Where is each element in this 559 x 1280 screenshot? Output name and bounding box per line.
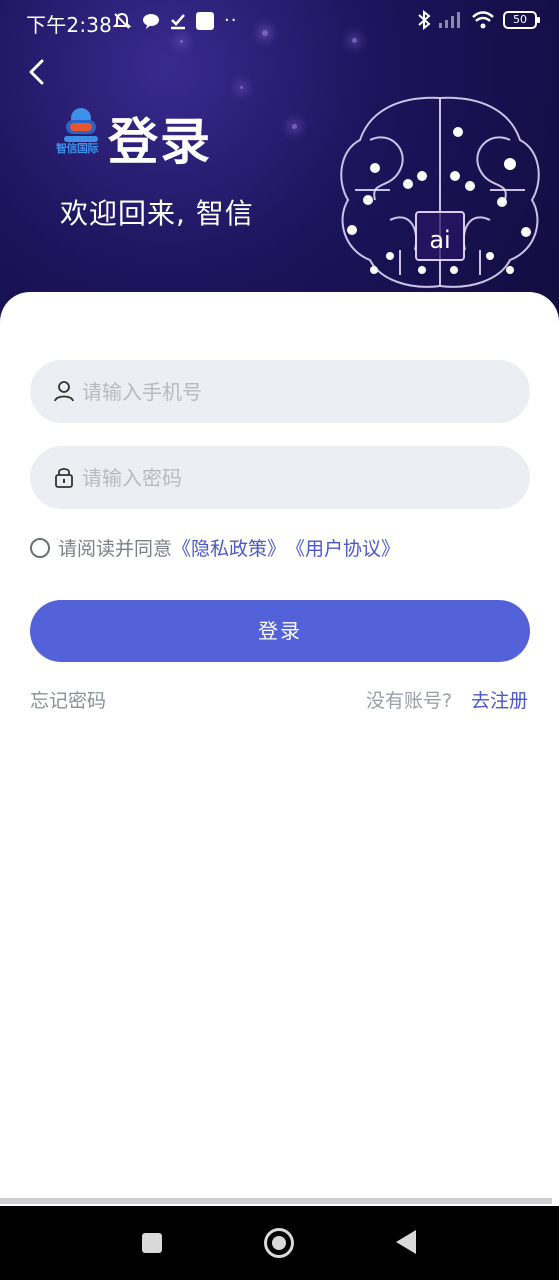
signal-icon	[439, 12, 460, 28]
chat-icon	[143, 13, 159, 29]
mute-icon	[112, 12, 132, 29]
more-dots-icon: ··	[224, 10, 238, 31]
wifi-icon	[472, 11, 494, 29]
divider	[0, 1198, 552, 1204]
no-account-text: 没有账号?	[366, 690, 453, 712]
bluetooth-icon	[418, 10, 431, 30]
forgot-password-link[interactable]: 忘记密码	[30, 686, 106, 713]
phone-input-field[interactable]	[30, 360, 530, 423]
battery-icon: 50	[503, 11, 540, 29]
user-icon	[54, 381, 74, 402]
header-banner: 下午2:38 ·· 50 智信国际 登录 欢迎回来, 智信 ai	[0, 0, 559, 330]
back-triangle-icon[interactable]	[396, 1230, 416, 1254]
download-done-icon	[171, 13, 185, 29]
agreement-row: 请阅读并同意 《隐私政策》 《用户协议》	[30, 534, 400, 561]
register-link[interactable]: 去注册	[471, 686, 528, 713]
app-icon	[196, 11, 214, 30]
logo-text: 智信国际	[56, 142, 99, 155]
password-input[interactable]	[82, 446, 512, 509]
phone-input[interactable]	[82, 360, 512, 423]
recent-apps-icon[interactable]	[142, 1233, 162, 1253]
ai-brain-illustration: ai	[340, 96, 540, 288]
back-arrow-icon[interactable]	[26, 58, 50, 86]
login-card	[0, 292, 559, 1202]
status-bar: 下午2:38 ·· 50	[0, 0, 559, 42]
welcome-subtitle: 欢迎回来, 智信	[60, 197, 254, 230]
status-time: 下午2:38	[26, 13, 113, 37]
privacy-policy-link[interactable]: 《隐私政策》	[172, 534, 286, 561]
agree-prefix-text: 请阅读并同意	[58, 538, 173, 560]
lock-icon	[55, 468, 73, 488]
page-title: 登录	[108, 113, 212, 171]
home-icon[interactable]	[264, 1228, 294, 1258]
ai-chip-label: ai	[429, 226, 450, 254]
login-button[interactable]: 登录	[30, 600, 530, 662]
user-agreement-link[interactable]: 《用户协议》	[286, 534, 400, 561]
agree-radio[interactable]	[30, 537, 50, 558]
password-input-field[interactable]	[30, 446, 530, 509]
